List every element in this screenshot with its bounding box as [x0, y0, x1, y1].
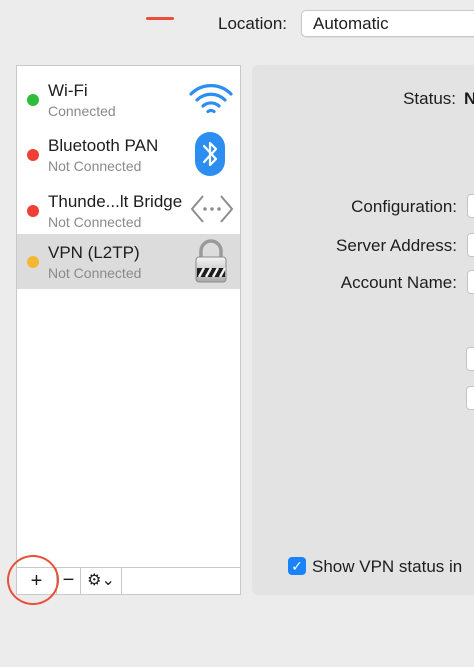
status-dot	[27, 256, 39, 268]
vpn-lock-icon	[195, 239, 227, 283]
remove-service-button[interactable]: −	[57, 568, 81, 594]
show-vpn-status-checkbox[interactable]: ✓	[288, 557, 306, 575]
service-item-thunderbolt-bridge[interactable]: Thunde...lt Bridge Not Connected	[17, 183, 240, 238]
location-label: Location:	[218, 14, 287, 33]
action-gear-button[interactable]: ⚙⌄	[81, 568, 122, 594]
service-status: Not Connected	[48, 158, 142, 174]
server-address-input[interactable]	[467, 233, 474, 257]
show-vpn-status-label: Show VPN status in	[312, 557, 463, 576]
service-status: Not Connected	[48, 214, 142, 230]
configuration-select[interactable]	[467, 194, 474, 218]
service-list: Wi-Fi Connected Bluetooth PAN Not Connec…	[16, 65, 241, 568]
wifi-icon	[189, 84, 233, 114]
service-item-wifi[interactable]: Wi-Fi Connected	[17, 72, 240, 127]
service-item-vpn-l2tp[interactable]: VPN (L2TP) Not Connected	[17, 234, 240, 289]
service-item-bluetooth-pan[interactable]: Bluetooth PAN Not Connected	[17, 127, 240, 182]
service-name: VPN (L2TP)	[48, 243, 140, 262]
service-name: Wi-Fi	[48, 81, 88, 100]
account-name-input[interactable]	[467, 270, 474, 294]
service-status: Not Connected	[48, 265, 142, 281]
server-address-label: Server Address:	[336, 236, 457, 255]
detail-panel	[252, 65, 474, 595]
annotation-dash	[146, 17, 174, 20]
account-name-label: Account Name:	[340, 273, 457, 292]
configuration-label: Configuration:	[351, 197, 457, 216]
service-status: Connected	[48, 103, 116, 119]
service-name: Thunde...lt Bridge	[48, 192, 183, 211]
connect-button[interactable]	[466, 386, 474, 410]
thunderbolt-bridge-icon	[190, 195, 234, 223]
status-dot	[27, 205, 39, 217]
status-dot	[27, 149, 39, 161]
location-select[interactable]: Automatic	[301, 10, 474, 37]
status-label: Status:	[403, 89, 456, 108]
service-name: Bluetooth PAN	[48, 136, 159, 155]
bluetooth-icon	[195, 132, 225, 176]
status-value: N	[464, 89, 474, 108]
annotation-circle	[7, 555, 59, 605]
status-dot	[27, 94, 39, 106]
authentication-settings-button[interactable]	[466, 347, 474, 371]
